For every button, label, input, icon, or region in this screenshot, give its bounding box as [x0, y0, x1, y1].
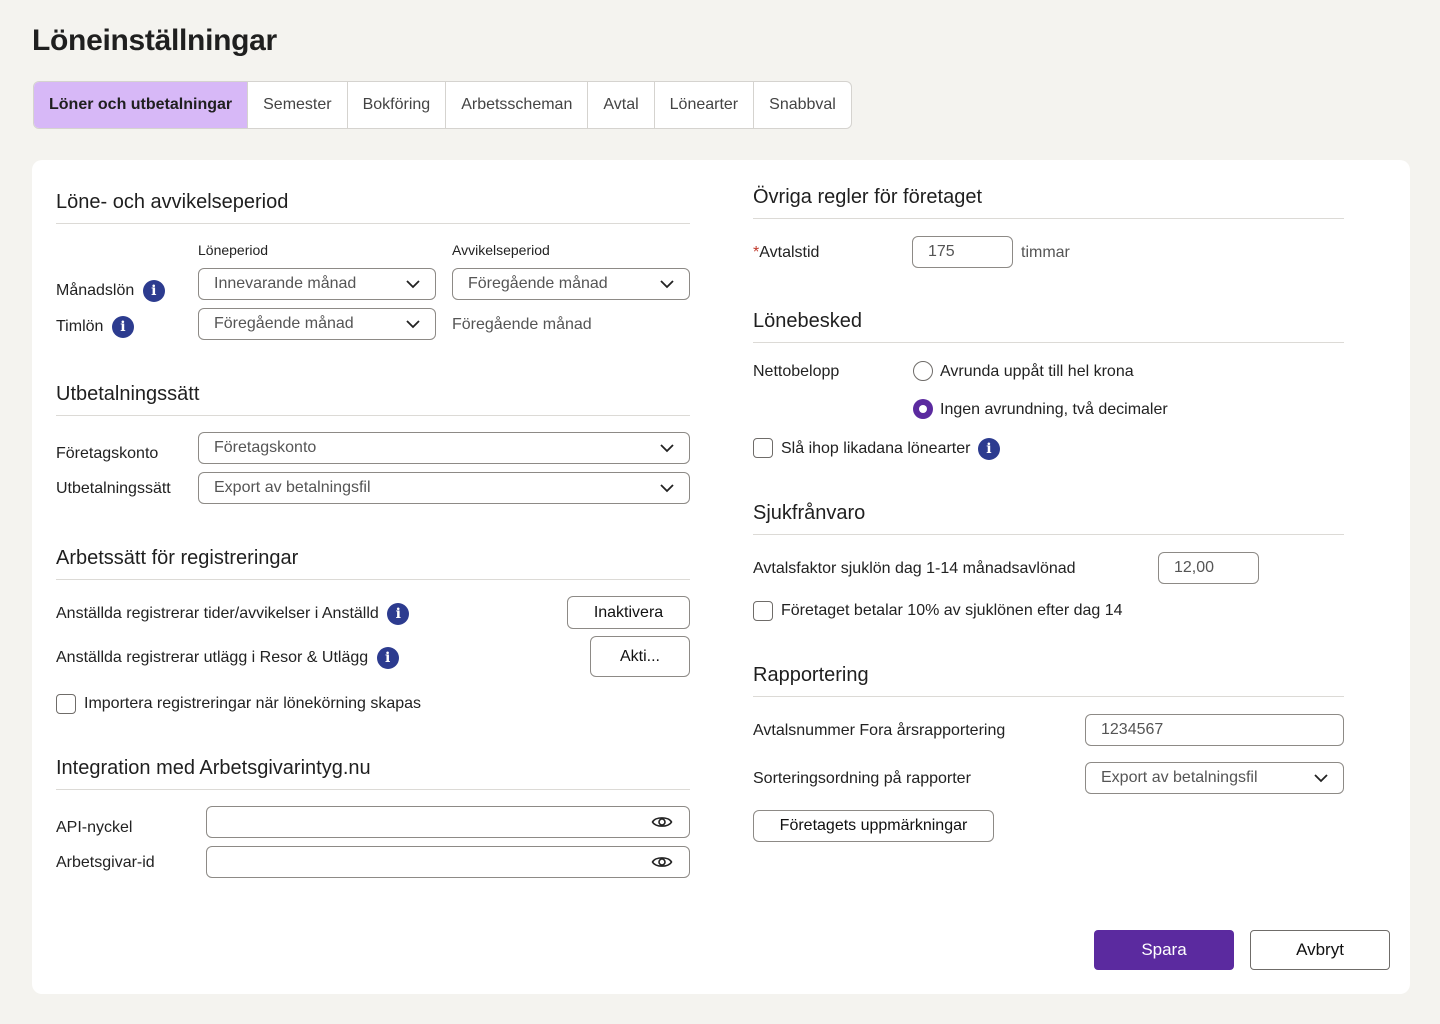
tab-avtal[interactable]: Avtal	[588, 82, 655, 128]
company-pays-label: Företaget betalar 10% av sjuklönen efter…	[781, 602, 1123, 619]
company-account-label: Företagskonto	[56, 445, 159, 462]
sick-pay-factor-input[interactable]: 12,00	[1158, 552, 1259, 584]
company-pays-checkbox[interactable]	[753, 601, 773, 621]
round-up-radio[interactable]	[913, 361, 933, 381]
agreed-hours-input[interactable]: 175	[912, 236, 1013, 268]
employer-id-input[interactable]	[206, 846, 690, 878]
section-heading-payslip: Lönebesked	[753, 310, 862, 332]
registrations-row2-label: Anställda registrerar utlägg i Resor & U…	[56, 647, 399, 669]
divider	[753, 534, 1344, 535]
fora-number-label: Avtalsnummer Fora årsrapportering	[753, 722, 1006, 739]
registrations-row1-label: Anställda registrerar tider/avvikelser i…	[56, 603, 410, 625]
tab-bokforing[interactable]: Bokföring	[348, 82, 447, 128]
divider	[56, 223, 690, 224]
info-icon[interactable]: i	[142, 280, 165, 302]
chevron-down-icon	[1314, 774, 1328, 783]
manadslon-avvikelseperiod-select[interactable]: Föregående månad	[452, 268, 690, 300]
company-account-select[interactable]: Företagskonto	[198, 432, 690, 464]
section-heading-sick-leave: Sjukfrånvaro	[753, 502, 866, 524]
info-icon[interactable]: i	[977, 438, 1000, 460]
save-button[interactable]: Spara	[1094, 930, 1234, 970]
info-icon[interactable]: i	[376, 647, 399, 669]
chevron-down-icon	[660, 484, 674, 493]
info-icon[interactable]: i	[111, 316, 134, 338]
section-heading-registrations: Arbetssätt för registreringar	[56, 547, 299, 569]
divider	[753, 696, 1344, 697]
fora-number-input[interactable]: 1234567	[1085, 714, 1344, 746]
deactivate-button[interactable]: Inaktivera	[567, 596, 690, 629]
tab-arbetsscheman[interactable]: Arbetsscheman	[446, 82, 589, 128]
round-up-label: Avrunda uppåt till hel krona	[940, 363, 1134, 380]
agreed-hours-unit: timmar	[1021, 244, 1070, 261]
cancel-button[interactable]: Avbryt	[1250, 930, 1390, 970]
employer-id-label: Arbetsgivar-id	[56, 854, 155, 871]
manadslon-loneperiod-select[interactable]: Innevarande månad	[198, 268, 436, 300]
divider	[56, 789, 690, 790]
tab-lonearter[interactable]: Lönearter	[655, 82, 755, 128]
api-key-input[interactable]	[206, 806, 690, 838]
section-heading-reporting: Rapportering	[753, 664, 869, 686]
column-header-avvikelseperiod: Avvikelseperiod	[452, 242, 550, 258]
divider	[753, 218, 1344, 219]
tab-snabbval[interactable]: Snabbval	[754, 82, 851, 128]
divider	[56, 415, 690, 416]
agreed-hours-label: *Avtalstid	[753, 244, 820, 261]
section-heading-payout: Utbetalningssätt	[56, 383, 200, 405]
payout-method-label: Utbetalningssätt	[56, 480, 171, 497]
section-heading-other-rules: Övriga regler för företaget	[753, 186, 982, 208]
company-markings-button[interactable]: Företagets uppmärkningar	[753, 810, 994, 842]
report-sort-select[interactable]: Export av betalningsfil	[1085, 762, 1344, 794]
timlon-loneperiod-select[interactable]: Föregående månad	[198, 308, 436, 340]
api-key-label: API-nyckel	[56, 819, 133, 836]
column-header-loneperiod: Löneperiod	[198, 242, 269, 258]
section-heading-period: Löne- och avvikelseperiod	[56, 191, 289, 213]
no-rounding-radio[interactable]	[913, 399, 933, 419]
activate-button[interactable]: Akti...	[590, 636, 690, 677]
chevron-down-icon	[406, 280, 420, 289]
info-icon[interactable]: i	[387, 603, 410, 625]
manadslon-label: Månadslön i	[56, 280, 165, 302]
merge-salary-types-label: Slå ihop likadana lönearter i	[781, 438, 1000, 460]
eye-icon[interactable]	[651, 813, 673, 831]
divider	[753, 342, 1344, 343]
timlon-avvikelseperiod-value: Föregående månad	[452, 316, 592, 333]
merge-salary-types-checkbox[interactable]	[753, 438, 773, 458]
net-amount-label: Nettobelopp	[753, 363, 840, 380]
tab-bar: Löner och utbetalningar Semester Bokföri…	[33, 81, 852, 129]
report-sort-label: Sorteringsordning på rapporter	[753, 770, 971, 787]
timlon-label: Timlön i	[56, 316, 134, 338]
import-registrations-checkbox[interactable]	[56, 694, 76, 714]
import-registrations-label: Importera registreringar när lönekörning…	[84, 695, 422, 712]
tab-loner-och-utbetalningar[interactable]: Löner och utbetalningar	[34, 82, 249, 128]
chevron-down-icon	[660, 444, 674, 453]
no-rounding-label: Ingen avrundning, två decimaler	[940, 401, 1168, 418]
page-title: Löneinställningar	[32, 24, 277, 57]
chevron-down-icon	[406, 320, 420, 329]
section-heading-integration: Integration med Arbetsgivarintyg.nu	[56, 757, 371, 779]
sick-pay-factor-label: Avtalsfaktor sjuklön dag 1-14 månadsavlö…	[753, 560, 1076, 577]
chevron-down-icon	[660, 280, 674, 289]
eye-icon[interactable]	[651, 853, 673, 871]
tab-semester[interactable]: Semester	[248, 82, 348, 128]
payout-method-select[interactable]: Export av betalningsfil	[198, 472, 690, 504]
divider	[56, 579, 690, 580]
